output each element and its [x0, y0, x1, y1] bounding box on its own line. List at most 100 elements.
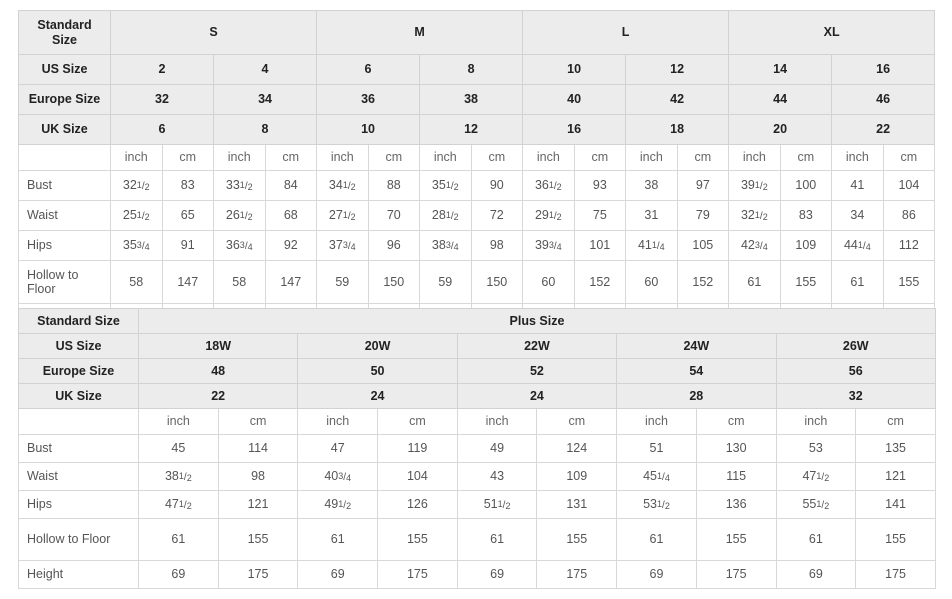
row-label: US Size [18, 333, 139, 359]
size-value: 6 [316, 54, 421, 85]
measurement-cell: 38 [625, 170, 678, 201]
measurement-cell: 61 [728, 260, 781, 304]
measurement-cell: 69 [297, 560, 379, 589]
unit-header-cm: cm [377, 408, 458, 435]
unit-row-spacer [18, 144, 111, 171]
measurement-cell: 403/4 [297, 462, 379, 491]
measurement-cell: 261/2 [213, 200, 266, 231]
measurement-cell: 124 [536, 434, 618, 463]
measurement-cell: 45 [138, 434, 219, 463]
measurement-cell: 31 [625, 200, 678, 231]
size-value: 4 [212, 54, 318, 85]
measurement-cell: 51 [616, 434, 697, 463]
plus-size-title: Plus Size [138, 308, 936, 334]
unit-header-inch: inch [775, 408, 857, 435]
table-row: Hips 471/2 121 491/2 126 511/2 131 531/2 136 551/… [18, 490, 936, 519]
measurement-cell: 135 [855, 434, 936, 463]
size-value: 28 [616, 383, 777, 409]
measurement-cell: 155 [695, 518, 777, 561]
measurement-cell: 130 [695, 434, 777, 463]
size-value: 22W [456, 333, 618, 359]
measurement-label: Waist [18, 200, 111, 231]
measurement-cell: 68 [264, 200, 318, 231]
measurement-cell: 59 [419, 260, 472, 304]
table-row: Waist 381/2 98 403/4 104 43 109 451/4 115 471/2 12… [18, 462, 936, 491]
size-value: 18 [625, 114, 730, 145]
measurement-cell: 451/4 [616, 462, 697, 491]
unit-header-inch: inch [213, 144, 266, 171]
measurement-cell: 58 [110, 260, 163, 304]
measurement-cell: 69 [138, 560, 219, 589]
measurement-cell: 104 [377, 462, 458, 491]
measurement-cell: 441/4 [831, 230, 884, 261]
size-row-uk-size: UK Size 6 8 10 12 16 18 20 22 [18, 114, 936, 145]
unit-header-inch: inch [831, 144, 884, 171]
measurement-cell: 105 [676, 230, 730, 261]
size-row-europe-size: Europe Size 32 34 36 38 40 42 44 46 [18, 84, 936, 115]
measurement-cell: 471/2 [775, 462, 857, 491]
plus-unit-row: inch cm inch cm inch cm inch cm inch cm [18, 408, 936, 435]
row-label: UK Size [18, 114, 111, 145]
measurement-label: Hips [18, 230, 111, 261]
measurement-cell: 152 [573, 260, 627, 304]
unit-header-cm: cm [882, 144, 936, 171]
size-value: 32 [775, 383, 936, 409]
measurement-cell: 373/4 [316, 230, 369, 261]
measurement-cell: 61 [831, 260, 884, 304]
measurement-cell: 97 [676, 170, 730, 201]
measurement-cell: 109 [536, 462, 618, 491]
size-group-m: M [316, 10, 524, 55]
measurement-cell: 47 [297, 434, 379, 463]
measurement-cell: 131 [536, 490, 618, 519]
size-value: 52 [456, 358, 618, 384]
standard-size-table: Standard Size S M L XL US Size 2 4 6 8 10 12 14 16 Euro… [18, 10, 936, 334]
size-row-uk-size: UK Size 22 24 24 28 32 [18, 383, 936, 409]
plus-corner-label: Standard Size [18, 308, 139, 334]
unit-header-inch: inch [616, 408, 697, 435]
measurement-cell: 141 [855, 490, 936, 519]
measurement-cell: 69 [616, 560, 697, 589]
size-value: 40 [522, 84, 627, 115]
measurement-cell: 70 [367, 200, 421, 231]
size-value: 18W [137, 333, 299, 359]
size-value: 16 [831, 54, 936, 85]
size-value: 46 [831, 84, 936, 115]
unit-header-inch: inch [138, 408, 219, 435]
measurement-cell: 471/2 [138, 490, 219, 519]
measurement-cell: 491/2 [297, 490, 379, 519]
unit-header-cm: cm [695, 408, 777, 435]
measurement-cell: 109 [779, 230, 833, 261]
size-value: 24W [616, 333, 777, 359]
measurement-cell: 104 [882, 170, 936, 201]
measurement-cell: 61 [138, 518, 219, 561]
size-value: 26W [775, 333, 936, 359]
measurement-cell: 60 [522, 260, 575, 304]
measurement-cell: 61 [456, 518, 538, 561]
measurement-cell: 383/4 [419, 230, 472, 261]
size-value: 12 [419, 114, 524, 145]
size-value: 20 [728, 114, 833, 145]
measurement-cell: 83 [161, 170, 214, 201]
plus-group-header-row: Standard Size Plus Size [18, 308, 936, 334]
unit-header-cm: cm [367, 144, 421, 171]
unit-header-cm: cm [217, 408, 299, 435]
measurement-cell: 121 [217, 490, 299, 519]
measurement-cell: 98 [470, 230, 524, 261]
measurement-cell: 121 [855, 462, 936, 491]
measurement-label: Bust [18, 434, 139, 463]
measurement-cell: 60 [625, 260, 678, 304]
unit-header-cm: cm [676, 144, 730, 171]
size-value: 2 [110, 54, 214, 85]
measurement-cell: 393/4 [522, 230, 575, 261]
measurement-label: Bust [18, 170, 111, 201]
size-chart-page: Standard Size S M L XL US Size 2 4 6 8 10 12 14 16 Euro… [0, 0, 952, 599]
unit-header-inch: inch [419, 144, 472, 171]
unit-header-inch: inch [316, 144, 369, 171]
size-value: 54 [616, 358, 777, 384]
measurement-cell: 551/2 [775, 490, 857, 519]
measurement-cell: 101 [573, 230, 627, 261]
table-row: Bust 45 114 47 119 49 124 51 130 53 135 [18, 434, 936, 463]
row-label: Europe Size [18, 84, 111, 115]
size-value: 50 [297, 358, 458, 384]
table-row: Hollow to Floor 58 147 58 147 59 150 59 150 60 152 6… [18, 260, 936, 304]
